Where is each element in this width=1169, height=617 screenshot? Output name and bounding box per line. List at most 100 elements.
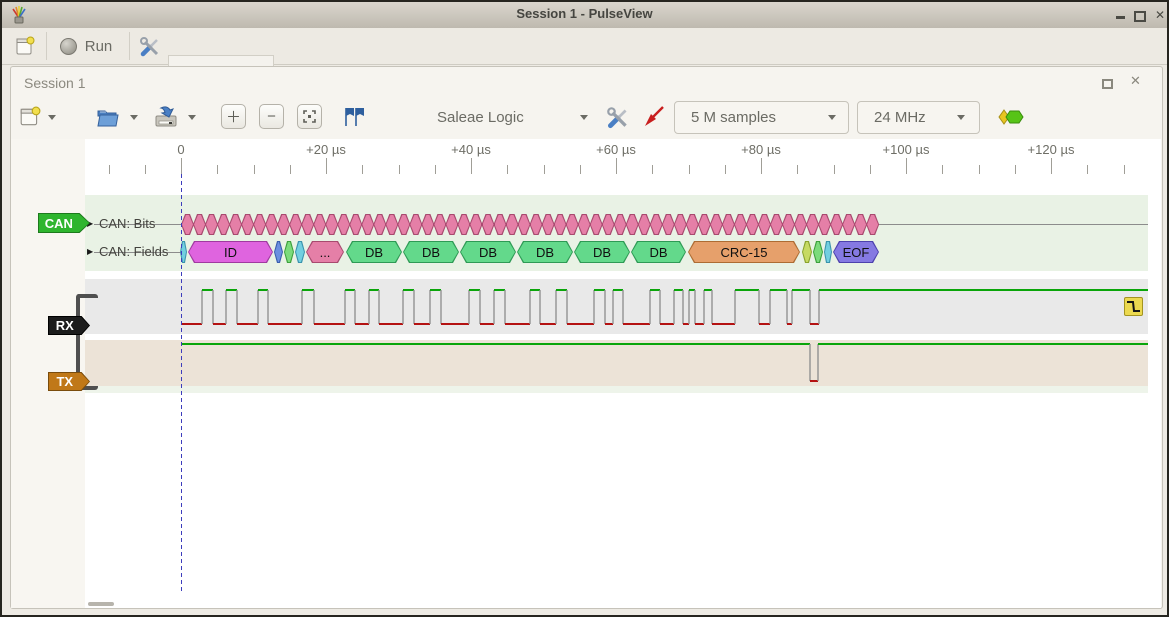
- ruler-minor-tick: [507, 165, 508, 174]
- new-session-button[interactable]: [12, 34, 38, 58]
- run-button[interactable]: Run: [54, 35, 118, 57]
- zoom-in-button[interactable]: ＋: [221, 104, 246, 129]
- ruler-minor-tick: [217, 165, 218, 174]
- ruler-minor-tick: [435, 165, 436, 174]
- ruler-minor-tick: [942, 165, 943, 174]
- zoom-fit-icon: [303, 110, 316, 123]
- sample-count-dropdown[interactable]: [828, 115, 836, 120]
- subwindow-restore-icon[interactable]: [1102, 76, 1113, 94]
- field-annotation[interactable]: ...: [306, 241, 344, 263]
- decoder-fields-row-label: CAN: Fields: [99, 244, 168, 259]
- ruler-label: +60 µs: [596, 142, 636, 157]
- save-dropdown[interactable]: [188, 115, 196, 120]
- ruler-label: +20 µs: [306, 142, 346, 157]
- sample-rate-value: 24 MHz: [874, 109, 926, 126]
- signal-tag-tx[interactable]: TX: [48, 372, 90, 391]
- signal-tag-label: TX: [48, 372, 82, 391]
- toolbar-separator: [129, 32, 130, 60]
- ruler-minor-tick: [254, 165, 255, 174]
- field-annotation[interactable]: EOF: [833, 241, 879, 263]
- ruler-major-tick: [761, 158, 762, 174]
- horizontal-scrollbar-handle[interactable]: [88, 602, 114, 606]
- decoder-bits-row-label: CAN: Bits: [99, 216, 155, 231]
- ruler-label: +120 µs: [1028, 142, 1075, 157]
- ruler-minor-tick: [1087, 165, 1088, 174]
- show-cursors-button[interactable]: [340, 103, 368, 131]
- ruler-minor-tick: [797, 165, 798, 174]
- window-title: Session 1 - PulseView: [2, 6, 1167, 21]
- subwindow-close-icon[interactable]: ✕: [1130, 72, 1141, 90]
- ruler-minor-tick: [834, 165, 835, 174]
- close-icon[interactable]: ✕: [1152, 8, 1168, 22]
- ruler-minor-tick: [362, 165, 363, 174]
- ruler-major-tick: [1051, 158, 1052, 174]
- field-annotation[interactable]: DB: [403, 241, 459, 263]
- channels-button[interactable]: [640, 103, 668, 131]
- wrench-screwdriver-icon: [138, 34, 162, 58]
- signal-tag-label: RX: [48, 316, 82, 335]
- ruler-major-tick: [181, 158, 182, 174]
- new-view-dropdown[interactable]: [48, 115, 56, 120]
- ruler-minor-tick: [870, 165, 871, 174]
- signal-tag-rx[interactable]: RX: [48, 316, 90, 335]
- falling-edge-icon: [1125, 298, 1142, 315]
- decoder-icon: [997, 108, 1025, 126]
- minimize-icon[interactable]: [1112, 8, 1128, 22]
- settings-button[interactable]: [136, 33, 164, 59]
- save-icon: [153, 104, 179, 130]
- new-view-button[interactable]: [16, 103, 44, 131]
- trigger-marker[interactable]: [1124, 297, 1143, 316]
- field-annotation[interactable]: DB: [574, 241, 630, 263]
- ruler-minor-tick: [580, 165, 581, 174]
- ruler-minor-tick: [725, 165, 726, 174]
- time-cursor-line[interactable]: [181, 174, 182, 593]
- sample-count-value: 5 M samples: [691, 109, 776, 126]
- probe-icon: [642, 105, 666, 129]
- ruler-minor-tick: [544, 165, 545, 174]
- ruler-major-tick: [616, 158, 617, 174]
- zoom-out-button[interactable]: −: [259, 104, 284, 129]
- add-decoder-button[interactable]: [997, 103, 1025, 131]
- field-annotation[interactable]: DB: [346, 241, 402, 263]
- tx-row-background: [85, 340, 1148, 386]
- ruler-label: +80 µs: [741, 142, 781, 157]
- wrench-screwdriver-icon: [605, 104, 631, 130]
- field-annotation[interactable]: DB: [631, 241, 686, 263]
- ruler-minor-tick: [109, 165, 110, 174]
- save-button[interactable]: [152, 103, 180, 131]
- ruler-label: +40 µs: [451, 142, 491, 157]
- expand-arrow-icon[interactable]: ▶: [87, 247, 93, 256]
- device-selector[interactable]: Saleae Logic: [437, 109, 524, 126]
- sample-count-combo[interactable]: 5 M samples: [674, 101, 849, 134]
- field-annotation[interactable]: DB: [460, 241, 516, 263]
- rx-row-background: [85, 279, 1148, 334]
- ruler-minor-tick: [979, 165, 980, 174]
- ruler-minor-tick: [399, 165, 400, 174]
- run-label: Run: [85, 38, 113, 55]
- device-config-button[interactable]: [604, 103, 632, 131]
- sample-rate-dropdown[interactable]: [957, 115, 965, 120]
- row-spacer: [85, 386, 1148, 393]
- toolbar-separator: [46, 32, 47, 60]
- field-annotation[interactable]: DB: [517, 241, 573, 263]
- zoom-fit-button[interactable]: [297, 104, 322, 129]
- ruler-minor-tick: [689, 165, 690, 174]
- flags-icon: [342, 107, 366, 127]
- new-view-icon: [19, 106, 41, 128]
- field-annotation[interactable]: CRC-15: [688, 241, 800, 263]
- field-annotation[interactable]: ID: [188, 241, 273, 263]
- open-dropdown[interactable]: [130, 115, 138, 120]
- open-button[interactable]: [94, 103, 122, 131]
- decoder-tag-can[interactable]: CAN: [38, 213, 90, 233]
- ruler-major-tick: [471, 158, 472, 174]
- ruler-label: 0: [177, 142, 184, 157]
- maximize-icon[interactable]: [1132, 8, 1148, 22]
- ruler-major-tick: [906, 158, 907, 174]
- new-session-icon: [15, 36, 35, 56]
- ruler-minor-tick: [652, 165, 653, 174]
- session-header-title: Session 1: [24, 75, 85, 91]
- ruler-minor-tick: [145, 165, 146, 174]
- ruler-major-tick: [326, 158, 327, 174]
- pulseview-window: Session 1 - PulseView ✕ Run: [0, 0, 1169, 617]
- device-dropdown[interactable]: [580, 115, 588, 120]
